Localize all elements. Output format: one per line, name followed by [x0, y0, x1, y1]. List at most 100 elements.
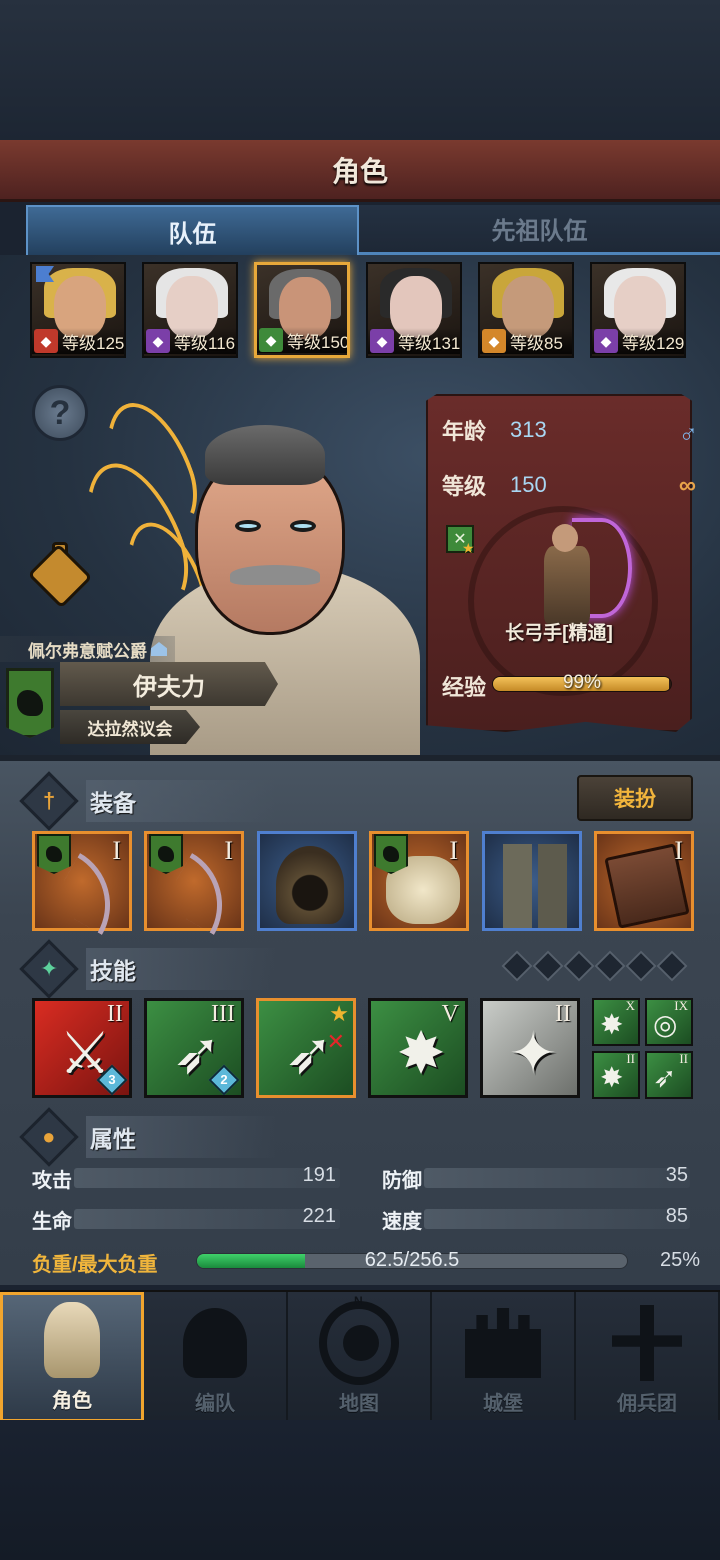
nav-label: 地图	[339, 1393, 379, 1415]
potion-icon[interactable]	[27, 540, 93, 609]
nav-label: 佣兵团	[617, 1393, 677, 1415]
party-member-portrait[interactable]: ◆ 等级131	[366, 262, 462, 358]
skill-slot[interactable]: ⚔ II 3	[32, 998, 132, 1098]
load-value: 62.5/256.5	[364, 1249, 460, 1271]
attributes-title: 属性	[86, 1116, 276, 1158]
rings-icon[interactable]: ∞	[679, 472, 696, 500]
passive-skill-slot[interactable]: ✸ II	[592, 1051, 640, 1099]
equipment-slot-hood[interactable]	[257, 831, 357, 931]
equipment-row: IIII	[32, 831, 694, 935]
gem-count: 2	[220, 1072, 228, 1087]
passive-skill-icon: ➶	[653, 1062, 677, 1093]
attack-row: 攻击	[32, 1164, 72, 1193]
nav-label: 编队	[195, 1393, 235, 1415]
sword-icon	[612, 1305, 682, 1381]
passive-skill-tier: II	[626, 1051, 635, 1066]
castle-icon	[465, 1308, 541, 1378]
equipment-slot-book[interactable]: I	[594, 831, 694, 931]
portrait-level: 等级129	[622, 333, 685, 353]
noble-title: 佩尔弗意赋公爵	[0, 636, 175, 662]
defense-label: 防御	[382, 1170, 422, 1192]
portrait-level-strip: ◆ 等级125	[32, 328, 124, 354]
nav-item[interactable]: 编队	[144, 1292, 288, 1422]
compass-icon	[319, 1301, 399, 1385]
wolf-banner-icon	[37, 834, 71, 874]
archer-figure	[512, 518, 632, 628]
attack-label: 攻击	[32, 1170, 72, 1192]
nav-label: 角色	[52, 1390, 92, 1412]
hp-value: 221	[302, 1205, 336, 1227]
defense-value: 35	[665, 1164, 688, 1186]
passive-skill-tier: X	[625, 998, 635, 1013]
skill-tier: III	[211, 1001, 235, 1027]
portrait-level: 等级125	[62, 333, 125, 353]
skill-slot-dot	[501, 950, 533, 982]
load-percent: 25%	[659, 1249, 700, 1271]
skill-slot-dot	[532, 950, 564, 982]
nav-item[interactable]: 地图	[288, 1292, 432, 1422]
dress-up-button[interactable]: 装扮	[577, 775, 693, 821]
party-member-portrait[interactable]: ◆ 等级85	[478, 262, 574, 358]
portrait-level-strip: ◆ 等级129	[592, 328, 684, 354]
hp-row: 生命	[32, 1205, 72, 1234]
passive-skills: ✸ X ◎ IX ✸ II ➶ II	[592, 998, 694, 1100]
party-member-portrait[interactable]: ◆ 等级125	[30, 262, 126, 358]
staff-icon: ◆	[370, 329, 394, 353]
equipment-tier: I	[112, 836, 121, 865]
staff-icon: ◆	[146, 329, 170, 353]
portrait-level: 等级150	[287, 332, 350, 352]
party-member-portrait[interactable]: ◆ 等级129	[590, 262, 686, 358]
title-bar: 角色	[0, 140, 720, 202]
nav-item[interactable]: 城堡	[432, 1292, 576, 1422]
nav-item[interactable]: 角色	[0, 1292, 144, 1422]
compass-north-label: N	[354, 1294, 363, 1308]
equipment-slot-armor[interactable]: I	[369, 831, 469, 931]
skill-slot[interactable]: ➶ ★ ✕	[256, 998, 356, 1098]
skill-slot-dots	[501, 950, 688, 982]
passive-skill-slot[interactable]: ✸ X	[592, 998, 640, 1046]
speed-value: 85	[665, 1205, 688, 1227]
nav-item[interactable]: 佣兵团	[576, 1292, 720, 1422]
passive-skill-icon: ✸	[600, 1062, 624, 1093]
bottom-background	[0, 1420, 720, 1560]
party-member-portrait[interactable]: ◆ 等级150	[254, 262, 350, 358]
equipment-header: † 装备	[19, 771, 276, 831]
equipment-slot-bow-2[interactable]: I	[144, 831, 244, 935]
bow-icon: ◆	[259, 328, 283, 352]
equipment-slot-bow[interactable]: I	[32, 831, 132, 935]
level-row: 等级 150	[442, 469, 547, 501]
person-icon: ●	[19, 1107, 79, 1167]
skill-slot[interactable]: ➶ III 2	[144, 998, 244, 1098]
passive-skill-tier: IX	[674, 998, 688, 1013]
skill-tier: II	[107, 1001, 123, 1027]
tab-ancestor-team[interactable]: 先祖队伍	[359, 205, 720, 255]
skill-slot[interactable]: ✦ II	[480, 998, 580, 1098]
equipment-slot-boots[interactable]	[482, 831, 582, 931]
question-icon: ?	[49, 393, 71, 432]
exp-value: 99%	[562, 672, 602, 693]
noble-title-text: 佩尔弗意赋公爵	[28, 641, 147, 661]
flame-icon: ◆	[482, 329, 506, 353]
portrait-level: 等级116	[174, 333, 236, 353]
passive-skill-slot[interactable]: ➶ II	[645, 1051, 693, 1099]
wolf-banner-icon	[6, 668, 54, 738]
skill-tier: V	[441, 1001, 459, 1027]
wolf-banner-icon	[374, 834, 408, 874]
class-name: 长弓手[精通]	[505, 623, 613, 644]
star-icon: ★	[462, 540, 475, 556]
helmet-icon	[183, 1308, 247, 1378]
hood-icon	[276, 846, 344, 924]
page-title: 角色	[331, 155, 388, 187]
load-label: 负重/最大负重	[32, 1254, 158, 1276]
passive-skill-icon: ✸	[600, 1009, 624, 1040]
skills-title: 技能	[86, 948, 276, 990]
party-member-portrait[interactable]: ◆ 等级116	[142, 262, 238, 358]
gem-count: 3	[108, 1072, 116, 1087]
horse-icon: ◆	[34, 329, 58, 353]
speed-label: 速度	[382, 1211, 422, 1233]
passive-skill-slot[interactable]: ◎ IX	[645, 998, 693, 1046]
portrait-level-strip: ◆ 等级116	[144, 328, 236, 354]
equipment-tier: I	[224, 836, 233, 865]
skill-slot[interactable]: ✸ V	[368, 998, 468, 1098]
tab-team[interactable]: 队伍	[26, 205, 359, 255]
